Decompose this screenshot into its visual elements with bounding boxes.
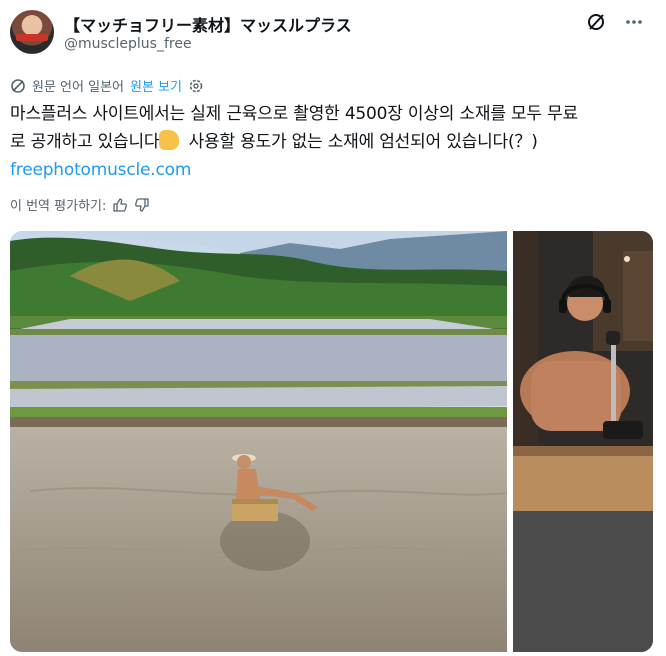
thumbs-down-icon[interactable] <box>134 197 150 213</box>
tweet-line-2b: 사용할 용도가 없는 소재에 엄선되어 있습니다(？) <box>183 132 538 152</box>
grok-icon[interactable] <box>586 12 606 32</box>
tweet-text: 마스플러스 사이트에서는 실제 근육으로 촬영한 4500장 이상의 소재를 모… <box>10 100 620 184</box>
tweet-link[interactable]: freephotomuscle.com <box>10 160 191 180</box>
translation-notice: 원문 언어 일본어 <box>32 80 124 95</box>
avatar[interactable] <box>10 10 54 54</box>
thumbs-up-icon[interactable] <box>112 197 128 213</box>
tweet-line-2a: 로 공개하고 있습니다 <box>10 132 160 152</box>
rate-translation-label: 이 번역 평가하기: <box>10 199 107 214</box>
show-original-link[interactable]: 원본 보기 <box>130 76 182 95</box>
more-options-icon[interactable] <box>624 12 644 32</box>
display-name[interactable]: 【マッチョフリー素材】マッスルプラス <box>64 12 352 36</box>
user-handle[interactable]: @muscleplus_free <box>64 36 192 52</box>
flexed-biceps-emoji-icon <box>159 130 180 150</box>
tweet-image-rice-field[interactable] <box>10 231 507 652</box>
tweet-line-1: 마스플러스 사이트에서는 실제 근육으로 촬영한 4500장 이상의 소재를 모… <box>10 104 578 124</box>
tweet-image-radio-studio[interactable] <box>513 231 653 652</box>
settings-gear-icon[interactable] <box>188 78 204 94</box>
translate-icon <box>10 78 26 94</box>
